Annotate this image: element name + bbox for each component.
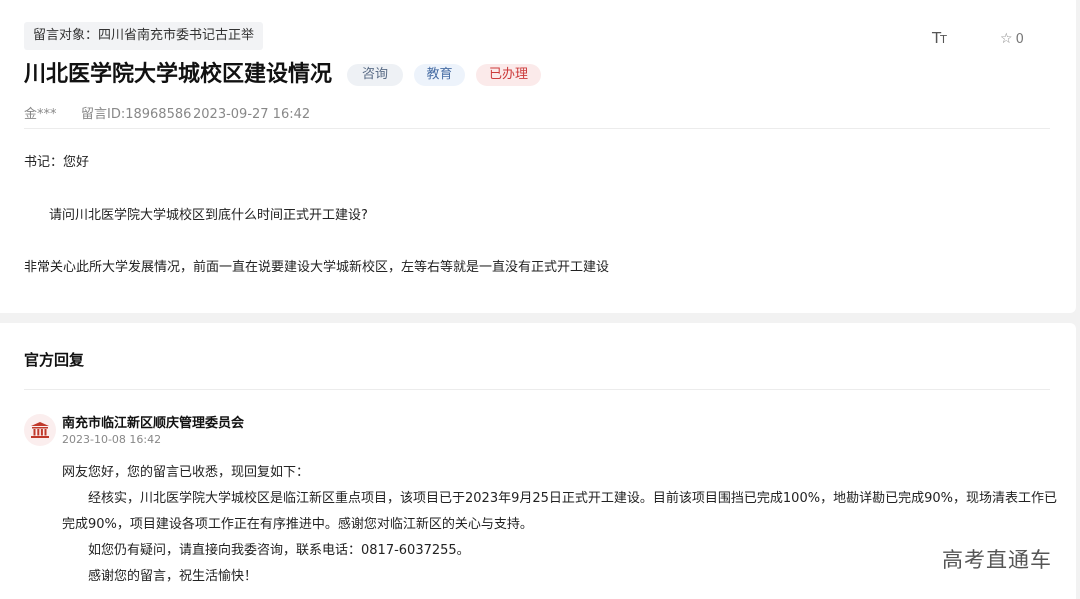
message-id: 留言ID:18968586 bbox=[81, 107, 192, 122]
avatar bbox=[24, 414, 56, 446]
divider bbox=[24, 128, 1050, 129]
message-paragraph: 书记：您好 bbox=[24, 155, 90, 170]
page-title: 川北医学院大学城校区建设情况 bbox=[24, 62, 333, 87]
author-name: 金*** bbox=[24, 107, 57, 122]
font-size-icon-small: T bbox=[940, 33, 947, 46]
favorite-button[interactable]: ☆ 0 bbox=[1000, 31, 1024, 47]
reply-paragraph: 网友您好，您的留言已收悉，现回复如下： bbox=[62, 465, 310, 480]
favorite-count: 0 bbox=[1015, 31, 1024, 47]
watermark: 高考直通车 bbox=[942, 548, 1052, 572]
reply-datetime: 2023-10-08 16:42 bbox=[62, 433, 162, 446]
message-paragraph: 请问川北医学院大学城校区到底什么时间正式开工建设? bbox=[49, 208, 368, 223]
reply-heading: 官方回复 bbox=[24, 351, 85, 369]
status-badge: 已办理 bbox=[476, 64, 541, 86]
message-datetime: 2023-09-27 16:42 bbox=[193, 107, 311, 122]
reply-paragraph: 如您仍有疑问，请直接向我委咨询，联系电话：0817-6037255。 bbox=[88, 543, 470, 558]
message-card: 留言对象：四川省南充市委书记古正举 TT ☆ 0 川北医学院大学城校区建设情况 … bbox=[0, 0, 1076, 313]
message-paragraph: 非常关心此所大学发展情况，前面一直在说要建设大学城新校区，左等右等就是一直没有正… bbox=[24, 260, 610, 275]
star-icon: ☆ bbox=[1000, 31, 1013, 47]
divider bbox=[24, 389, 1050, 390]
tag-education: 教育 bbox=[414, 64, 465, 86]
reply-paragraph: 经核实，川北医学院大学城校区是临江新区重点项目，该项目已于2023年9月25日正… bbox=[62, 491, 1057, 532]
message-target-tag: 留言对象：四川省南充市委书记古正举 bbox=[24, 22, 264, 50]
tag-consult: 咨询 bbox=[347, 64, 403, 86]
reply-org-name: 南充市临江新区顺庆管理委员会 bbox=[62, 416, 245, 431]
font-size-button[interactable]: TT bbox=[932, 29, 947, 47]
message-meta: 金*** 留言ID:18968586 2023-09-27 16:42 bbox=[24, 103, 310, 122]
government-building-icon bbox=[31, 422, 49, 438]
font-size-icon-large: T bbox=[932, 29, 941, 47]
reply-paragraph: 感谢您的留言，祝生活愉快！ bbox=[88, 569, 258, 584]
